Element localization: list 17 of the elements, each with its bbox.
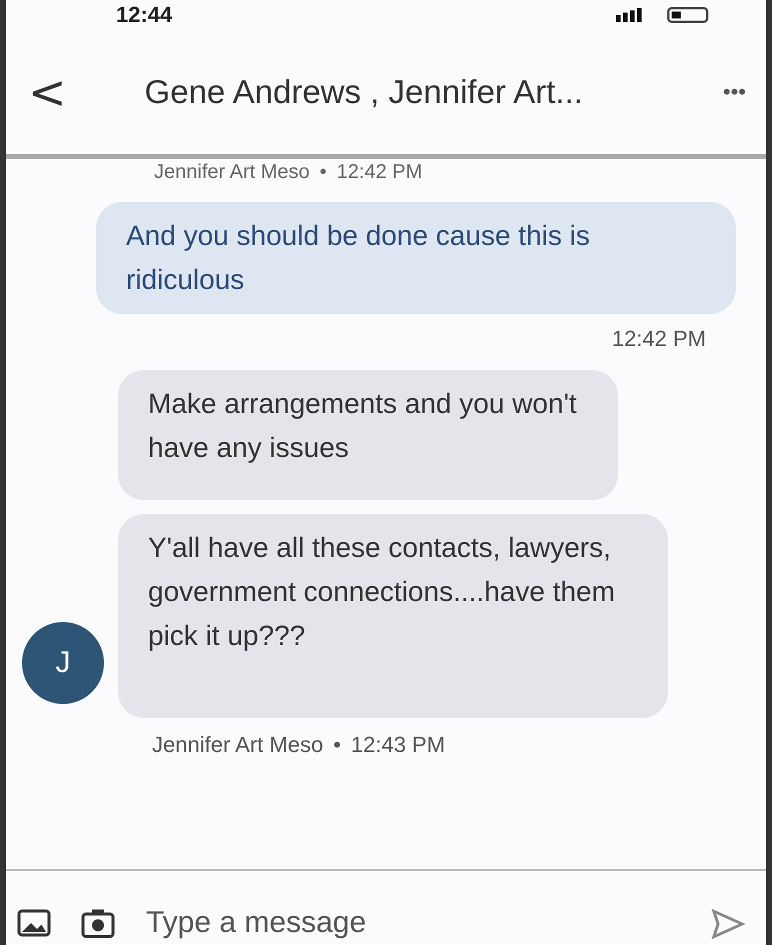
separator-dot: • bbox=[333, 732, 341, 758]
outgoing-bubble: And you should be done cause this is ridiculous bbox=[96, 202, 736, 314]
more-button[interactable]: ••• bbox=[722, 79, 746, 105]
conversation-title: Gene Andrews , Jennifer Art... bbox=[144, 73, 584, 111]
status-time: 12:44 bbox=[116, 2, 172, 28]
send-icon[interactable] bbox=[710, 907, 746, 941]
message-field[interactable]: Type a message bbox=[144, 905, 682, 941]
message-time: 12:42 PM bbox=[336, 161, 422, 184]
back-button[interactable]: < bbox=[20, 65, 75, 119]
message-time: 12:42 PM bbox=[612, 326, 706, 352]
incoming-bubble: Y'all have all these contacts, lawyers, government connections....have them pick it up??? bbox=[118, 514, 668, 718]
avatar: J bbox=[22, 622, 104, 704]
incoming-bubble: Make arrangements and you won't have any issues bbox=[118, 370, 618, 500]
message-time: 12:43 PM bbox=[350, 732, 446, 758]
sender-name: Jennifer Art Meso bbox=[154, 161, 310, 184]
separator-dot: • bbox=[320, 161, 327, 184]
sender-name: Jennifer Art Meso bbox=[152, 732, 324, 758]
